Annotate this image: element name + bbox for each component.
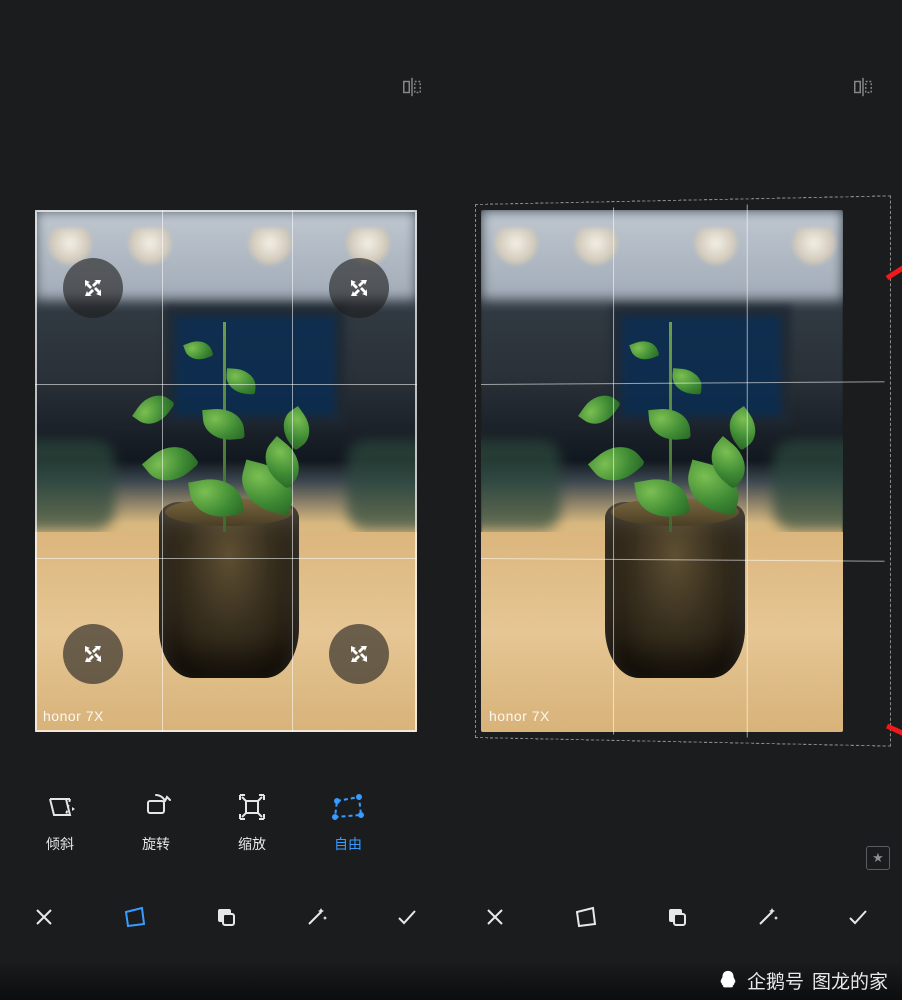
bottom-action-bar xyxy=(0,882,451,952)
tool-scale-label: 缩放 xyxy=(238,834,266,854)
magic-button[interactable] xyxy=(294,895,338,939)
mirror-icon[interactable] xyxy=(401,76,423,103)
confirm-button[interactable] xyxy=(385,895,429,939)
skew-icon xyxy=(43,790,77,824)
crop-canvas[interactable]: honor 7X xyxy=(35,210,417,732)
magic-button[interactable] xyxy=(745,895,789,939)
tool-rotate-label: 旋转 xyxy=(142,834,170,854)
penguin-icon xyxy=(717,969,739,991)
layers-button[interactable] xyxy=(204,895,248,939)
free-transform-icon xyxy=(331,790,365,824)
tool-free[interactable]: 自由 xyxy=(300,790,396,872)
cancel-button[interactable] xyxy=(22,895,66,939)
crop-mode-button[interactable] xyxy=(564,895,608,939)
perspective-handle-top-left[interactable] xyxy=(63,258,123,318)
mirror-icon[interactable] xyxy=(852,76,874,103)
tool-free-label: 自由 xyxy=(334,834,362,854)
perspective-handle-bottom-right[interactable] xyxy=(329,624,389,684)
transform-bounding-box[interactable] xyxy=(475,195,891,746)
editor-screen-right: honor 7X ★ xyxy=(451,0,902,960)
favorite-button[interactable]: ★ xyxy=(866,846,890,870)
crop-mode-button[interactable] xyxy=(113,895,157,939)
layers-button[interactable] xyxy=(655,895,699,939)
rotate-icon xyxy=(139,790,173,824)
cancel-button[interactable] xyxy=(473,895,517,939)
transform-tools-row: 倾斜 旋转 缩放 自由 xyxy=(0,790,451,872)
editor-screen-left: honor 7X 倾斜 xyxy=(0,0,451,960)
bottom-action-bar xyxy=(451,882,902,952)
scale-icon xyxy=(235,790,269,824)
tool-skew[interactable]: 倾斜 xyxy=(12,790,108,872)
tool-rotate[interactable]: 旋转 xyxy=(108,790,204,872)
tool-skew-label: 倾斜 xyxy=(46,834,74,854)
author-label: 图龙的家 xyxy=(812,967,888,994)
crop-canvas[interactable]: honor 7X xyxy=(481,210,873,732)
confirm-button[interactable] xyxy=(836,895,880,939)
source-label: 企鹅号 xyxy=(747,967,804,994)
perspective-handle-bottom-left[interactable] xyxy=(63,624,123,684)
source-watermark: 企鹅号 图龙的家 xyxy=(0,960,902,1000)
tool-scale[interactable]: 缩放 xyxy=(204,790,300,872)
perspective-handle-top-right[interactable] xyxy=(329,258,389,318)
